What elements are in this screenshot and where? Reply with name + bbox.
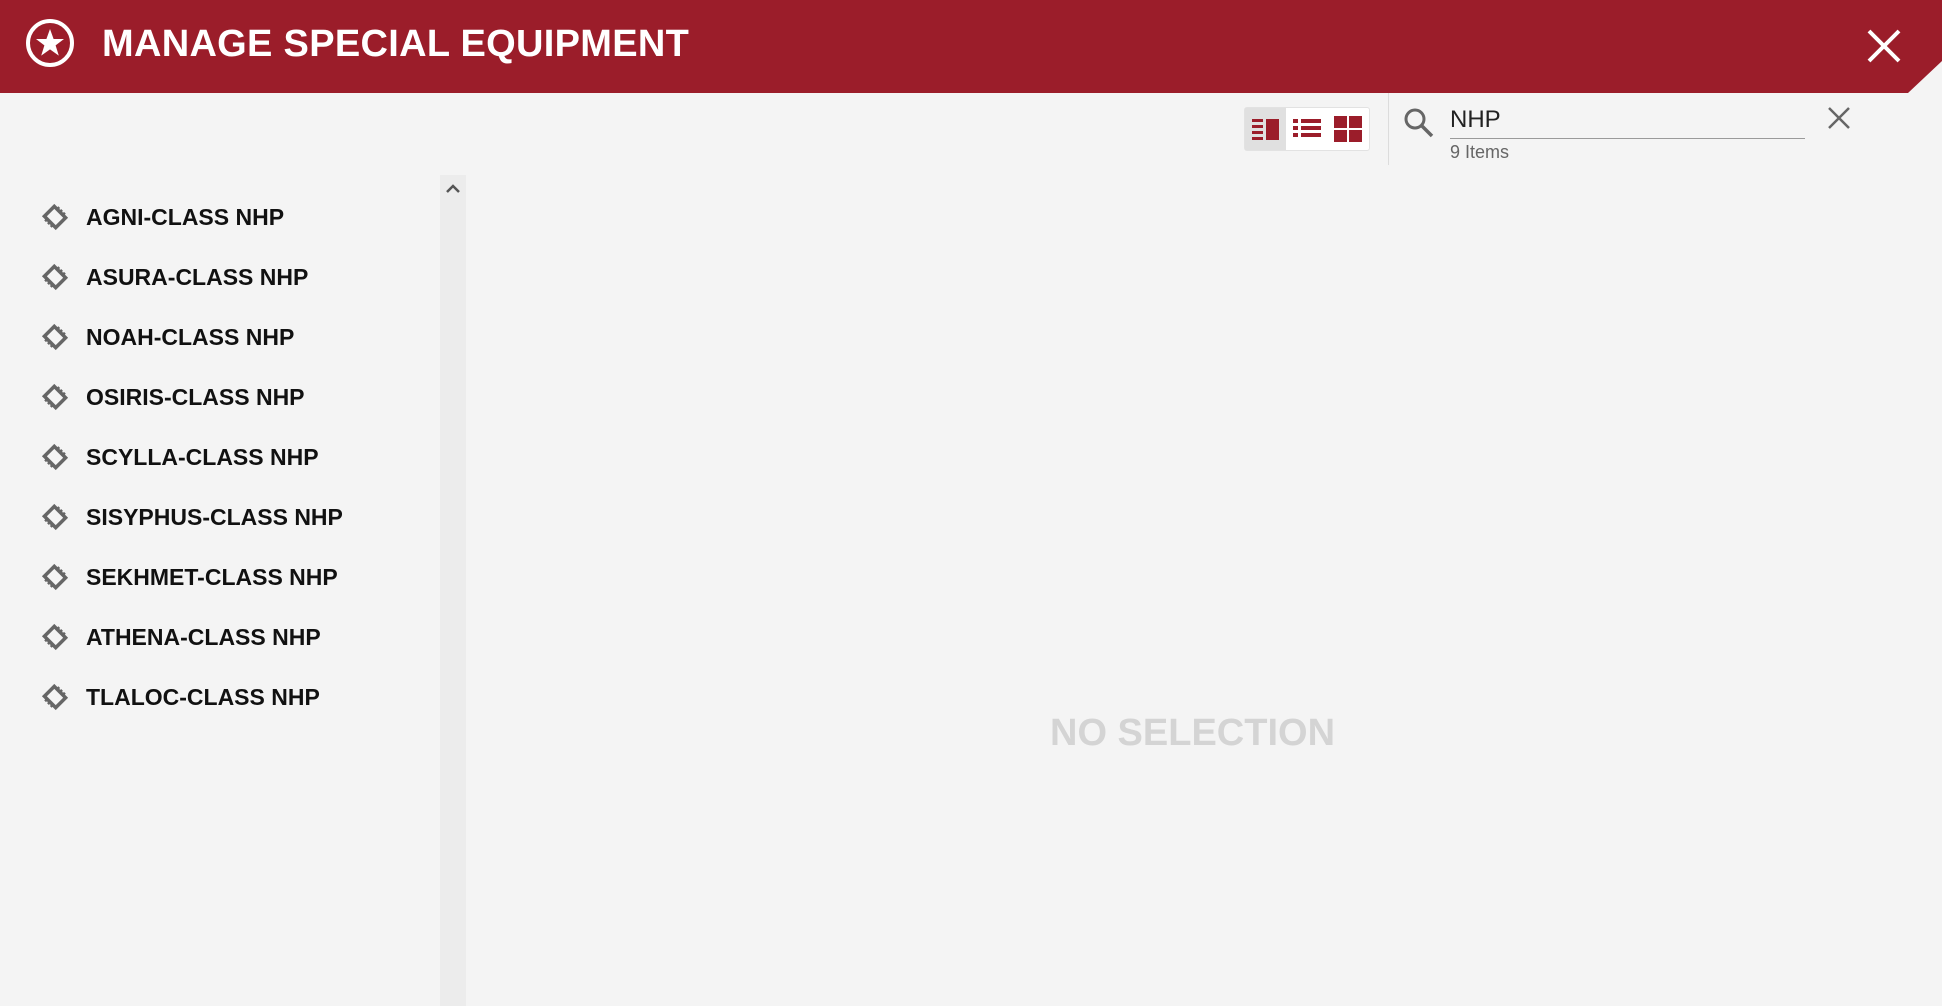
list-item[interactable]: ASURA-CLASS NHP (40, 257, 308, 297)
list-scrollbar[interactable] (440, 175, 466, 1006)
chip-icon (41, 683, 69, 711)
chip-icon (41, 383, 69, 411)
grid-view-button[interactable] (1327, 108, 1368, 150)
star-circle-icon (26, 19, 74, 67)
list-item-label: TLALOC-CLASS NHP (86, 683, 320, 710)
list-item[interactable]: ATHENA-CLASS NHP (40, 617, 321, 657)
chip-icon (41, 203, 69, 231)
chip-icon (41, 443, 69, 471)
list-item-label: SEKHMET-CLASS NHP (86, 563, 338, 590)
close-icon[interactable] (1864, 26, 1904, 66)
chip-icon (41, 623, 69, 651)
chip-icon (41, 323, 69, 351)
list-item-label: NOAH-CLASS NHP (86, 323, 295, 350)
grid-view-icon (1333, 116, 1362, 142)
list-item-label: ASURA-CLASS NHP (86, 263, 309, 290)
detail-view-icon (1251, 119, 1279, 140)
header-bar: MANAGE SPECIAL EQUIPMENT (0, 0, 1942, 93)
list-item[interactable]: SEKHMET-CLASS NHP (40, 557, 338, 597)
list-item[interactable]: OSIRIS-CLASS NHP (40, 377, 305, 417)
list-item[interactable]: SCYLLA-CLASS NHP (40, 437, 319, 477)
list-item[interactable]: AGNI-CLASS NHP (40, 197, 284, 237)
list-item-label: ATHENA-CLASS NHP (86, 623, 321, 650)
search-icon (1404, 108, 1434, 138)
list-view-icon (1292, 119, 1321, 137)
chip-icon (41, 563, 69, 591)
chip-icon (41, 503, 69, 531)
list-item[interactable]: TLALOC-CLASS NHP (40, 677, 320, 717)
chip-icon (41, 263, 69, 291)
no-selection-label: NO SELECTION (1050, 712, 1336, 754)
list-item[interactable]: NOAH-CLASS NHP (40, 317, 294, 357)
chevron-up-icon[interactable] (444, 180, 462, 198)
page-title: MANAGE SPECIAL EQUIPMENT (102, 23, 690, 65)
list-item[interactable]: SISYPHUS-CLASS NHP (40, 497, 343, 537)
list-item-label: OSIRIS-CLASS NHP (86, 383, 305, 410)
toolbar-divider (1388, 93, 1389, 165)
list-item-label: SCYLLA-CLASS NHP (86, 443, 319, 470)
search-input[interactable] (1450, 102, 1805, 139)
list-item-label: AGNI-CLASS NHP (86, 203, 285, 230)
list-item-label: SISYPHUS-CLASS NHP (86, 503, 343, 530)
list-view-button[interactable] (1286, 108, 1327, 150)
clear-search-icon[interactable] (1826, 105, 1852, 131)
item-count: 9 Items (1450, 142, 1510, 162)
view-toggle (1244, 107, 1370, 151)
detail-view-button[interactable] (1245, 108, 1286, 150)
